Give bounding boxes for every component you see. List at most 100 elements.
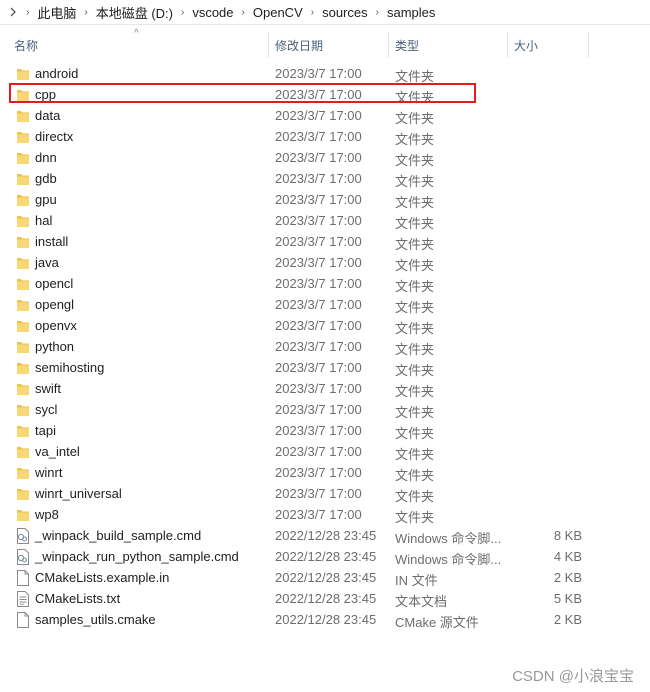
breadcrumb-separator-icon[interactable]: › [173,7,192,18]
file-row[interactable]: dnn 2023/3/7 17:00 文件夹 [0,147,650,168]
file-row[interactable]: hal 2023/3/7 17:00 文件夹 [0,210,650,231]
folder-icon [16,171,30,187]
file-name: tapi [35,423,56,438]
file-row[interactable]: winrt 2023/3/7 17:00 文件夹 [0,462,650,483]
file-date: 2023/3/7 17:00 [275,318,362,333]
file-name: opencl [35,276,74,291]
breadcrumb-item[interactable]: 本地磁盘 (D:) [96,3,173,22]
file-date: 2023/3/7 17:00 [275,402,362,417]
file-date: 2022/12/28 23:45 [275,612,377,627]
file-row[interactable]: tapi 2023/3/7 17:00 文件夹 [0,420,650,441]
file-date: 2023/3/7 17:00 [275,423,362,438]
column-divider[interactable] [588,32,589,58]
file-type: 文件夹 [395,132,435,147]
file-row[interactable]: android 2023/3/7 17:00 文件夹 [0,63,650,84]
file-name: va_intel [35,444,80,459]
breadcrumb-divider [0,24,650,25]
file-row[interactable]: java 2023/3/7 17:00 文件夹 [0,252,650,273]
file-name: hal [35,213,53,228]
file-name: _winpack_build_sample.cmd [35,528,202,543]
breadcrumb-item[interactable]: 此电脑 [37,3,76,22]
file-date: 2023/3/7 17:00 [275,381,362,396]
file-name: samples_utils.cmake [35,612,156,627]
folder-icon [16,234,30,250]
file-row[interactable]: python 2023/3/7 17:00 文件夹 [0,336,650,357]
file-row[interactable]: semihosting 2023/3/7 17:00 文件夹 [0,357,650,378]
breadcrumb-item[interactable]: sources [322,5,368,20]
file-type: 文件夹 [395,195,435,210]
text-file-icon [16,591,30,607]
file-row[interactable]: CMakeLists.example.in 2022/12/28 23:45 IN … [0,567,650,588]
file-row[interactable]: install 2023/3/7 17:00 文件夹 [0,231,650,252]
file-size: 8 KB [553,528,582,543]
file-row[interactable]: _winpack_run_python_sample.cmd 2022/12/28… [0,546,650,567]
folder-icon [16,444,30,460]
cmd-file-icon [16,549,30,565]
file-date: 2023/3/7 17:00 [275,108,362,123]
file-row[interactable]: _winpack_build_sample.cmd 2022/12/28 23:4… [0,525,650,546]
file-date: 2023/3/7 17:00 [275,507,362,522]
folder-icon [16,297,30,313]
breadcrumb-separator-icon[interactable]: › [368,7,387,18]
blank-file-icon [16,612,30,628]
file-row[interactable]: opencl 2023/3/7 17:00 文件夹 [0,273,650,294]
file-row[interactable]: swift 2023/3/7 17:00 文件夹 [0,378,650,399]
column-divider[interactable] [507,32,508,58]
file-row[interactable]: gpu 2023/3/7 17:00 文件夹 [0,189,650,210]
file-row[interactable]: gdb 2023/3/7 17:00 文件夹 [0,168,650,189]
file-row[interactable]: directx 2023/3/7 17:00 文件夹 [0,126,650,147]
file-row[interactable]: winrt_universal 2023/3/7 17:00 文件夹 [0,483,650,504]
file-row[interactable]: data 2023/3/7 17:00 文件夹 [0,105,650,126]
file-name: dnn [35,150,57,165]
column-header-date[interactable]: 修改日期 [275,30,323,60]
breadcrumb-item[interactable]: vscode [192,5,233,20]
column-header-type[interactable]: 类型 [395,30,419,60]
file-date: 2023/3/7 17:00 [275,171,362,186]
folder-icon [16,213,30,229]
breadcrumb-separator-icon[interactable]: › [76,7,95,18]
file-row[interactable]: CMakeLists.txt 2022/12/28 23:45 文本文档 5 KB [0,588,650,609]
file-list: android 2023/3/7 17:00 文件夹 cpp 2023/3/7 17:0… [0,63,650,630]
column-divider[interactable] [388,32,389,58]
folder-icon [16,150,30,166]
highlight-box [9,83,476,103]
watermark: CSDN @小浪宝宝 [512,668,634,685]
file-type: 文件夹 [395,405,435,420]
file-date: 2023/3/7 17:00 [275,66,362,81]
file-type: 文件夹 [395,363,435,378]
folder-icon [16,465,30,481]
folder-icon [16,360,30,376]
file-name: gpu [35,192,57,207]
file-type: 文件夹 [395,384,435,399]
column-header-name[interactable]: 名称 [14,30,38,60]
file-date: 2023/3/7 17:00 [275,360,362,375]
column-header: 名称 ^ 修改日期 类型 大小 [0,28,650,60]
breadcrumb-separator-icon[interactable]: › [303,7,322,18]
blank-file-icon [16,570,30,586]
file-name: wp8 [35,507,59,522]
breadcrumb-item[interactable]: OpenCV [253,5,303,20]
file-row[interactable]: sycl 2023/3/7 17:00 文件夹 [0,399,650,420]
file-type: 文件夹 [395,426,435,441]
file-row[interactable]: samples_utils.cmake 2022/12/28 23:45 CMake… [0,609,650,630]
folder-icon [16,255,30,271]
file-date: 2022/12/28 23:45 [275,570,377,585]
folder-icon [16,486,30,502]
breadcrumb-item[interactable]: samples [387,5,435,20]
file-type: CMake 源文件 [395,615,479,630]
file-type: 文件夹 [395,321,435,336]
file-row[interactable]: opengl 2023/3/7 17:00 文件夹 [0,294,650,315]
column-header-size[interactable]: 大小 [514,30,538,60]
column-divider[interactable] [268,32,269,58]
file-size: 4 KB [553,549,582,564]
breadcrumb-separator-icon[interactable]: › [18,7,37,18]
file-date: 2022/12/28 23:45 [275,591,377,606]
file-row[interactable]: openvx 2023/3/7 17:00 文件夹 [0,315,650,336]
breadcrumb-separator-icon[interactable]: › [234,7,253,18]
expand-path-icon[interactable] [0,7,18,17]
file-type: Windows 命令脚... [395,552,502,567]
file-row[interactable]: wp8 2023/3/7 17:00 文件夹 [0,504,650,525]
file-row[interactable]: va_intel 2023/3/7 17:00 文件夹 [0,441,650,462]
file-date: 2023/3/7 17:00 [275,444,362,459]
folder-icon [16,276,30,292]
